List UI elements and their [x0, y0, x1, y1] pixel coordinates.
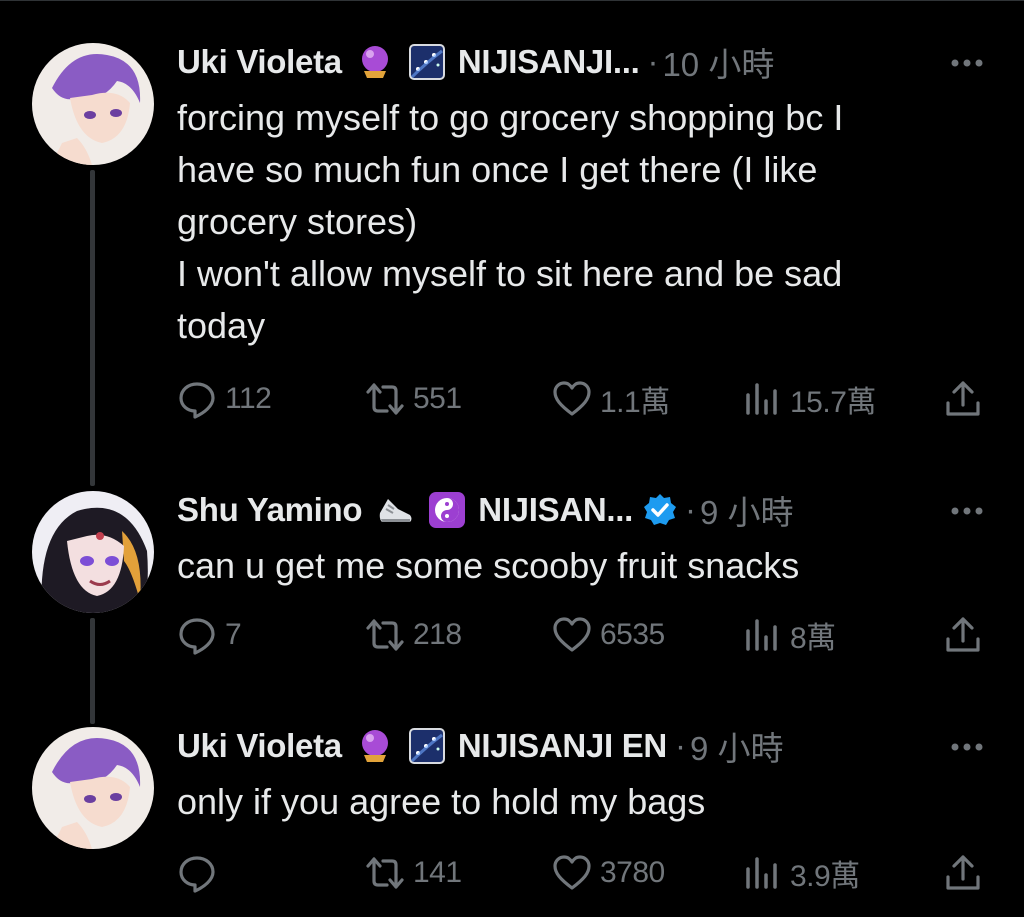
view-count: 8萬 — [790, 622, 836, 655]
retweet-icon — [366, 619, 404, 651]
timestamp[interactable]: 10 小時 — [662, 38, 774, 86]
author-name[interactable]: Uki Violeta — [177, 727, 342, 765]
reply-icon — [179, 856, 215, 893]
retweet-button[interactable]: 218 — [365, 612, 462, 658]
like-count: 1.1萬 — [600, 386, 670, 419]
views-icon — [746, 857, 777, 889]
more-options-icon[interactable] — [945, 48, 989, 78]
reply-count: 7 — [225, 618, 242, 651]
share-button[interactable] — [943, 376, 983, 422]
like-count: 3780 — [600, 856, 665, 889]
heart-icon — [553, 855, 591, 890]
night-sky-icon — [408, 43, 446, 81]
reply-icon — [179, 618, 215, 655]
avatar-uki-image — [32, 727, 154, 849]
author-handle[interactable]: NIJISAN... — [478, 491, 633, 529]
separator-dot: · — [684, 491, 696, 528]
timestamp[interactable]: 9 小時 — [700, 486, 794, 534]
avatar-uki-image — [32, 43, 154, 165]
tweet-text: only if you agree to hold my bags — [177, 781, 706, 822]
share-button[interactable] — [943, 612, 983, 658]
action-bar: 141 3780 3.9萬 — [177, 850, 997, 896]
separator-dot: · — [647, 43, 659, 80]
avatar[interactable] — [32, 491, 154, 613]
share-icon — [946, 855, 980, 890]
night-sky-icon — [408, 727, 446, 765]
like-button[interactable]: 3780 — [552, 850, 665, 896]
tweet-header: Shu Yamino NIJISAN... · 9 小時 — [177, 488, 794, 532]
timestamp[interactable]: 9 小時 — [690, 722, 784, 770]
heart-icon — [553, 381, 591, 416]
yin-yang-icon — [428, 491, 466, 529]
tweet-header: Uki Violeta NIJISANJI... · 10 小時 — [177, 40, 774, 84]
tweet-text: can u get me some scooby fruit snacks — [177, 545, 800, 586]
retweet-button[interactable]: 141 — [365, 850, 462, 896]
thread-line — [90, 618, 95, 724]
view-count: 15.7萬 — [790, 386, 876, 419]
more-options-icon[interactable] — [945, 732, 989, 762]
author-handle[interactable]: NIJISANJI... — [458, 43, 640, 81]
view-count: 3.9萬 — [790, 860, 860, 893]
retweet-count: 218 — [413, 618, 462, 651]
share-icon — [946, 617, 980, 652]
avatar[interactable] — [32, 43, 154, 165]
views-button[interactable]: 3.9萬 — [742, 850, 860, 896]
views-icon — [746, 619, 777, 651]
retweet-icon — [366, 857, 404, 889]
avatar-shu-image — [32, 491, 154, 613]
author-handle[interactable]: NIJISANJI EN — [458, 727, 667, 765]
share-button[interactable] — [943, 850, 983, 896]
tweet-text: forcing myself to go grocery shopping bc… — [177, 97, 844, 346]
views-button[interactable]: 15.7萬 — [742, 376, 876, 422]
reply-button[interactable] — [177, 850, 225, 896]
tweet-header: Uki Violeta NIJISANJI EN · 9 小時 — [177, 724, 784, 768]
reply-button[interactable]: 112 — [177, 376, 272, 422]
thread-line — [90, 170, 95, 486]
avatar[interactable] — [32, 727, 154, 849]
retweet-count: 141 — [413, 856, 462, 889]
retweet-count: 551 — [413, 382, 462, 415]
views-button[interactable]: 8萬 — [742, 612, 836, 658]
verified-badge-icon — [643, 493, 677, 527]
action-bar: 7 218 6535 8萬 — [177, 612, 997, 658]
reply-icon — [179, 382, 215, 419]
like-button[interactable]: 1.1萬 — [552, 376, 670, 422]
crystal-ball-icon — [356, 43, 394, 81]
author-name[interactable]: Uki Violeta — [177, 43, 342, 81]
retweet-icon — [366, 383, 404, 415]
action-bar: 112 551 1.1萬 15.7萬 — [177, 376, 997, 422]
sneaker-icon — [376, 491, 414, 529]
crystal-ball-icon — [356, 727, 394, 765]
share-icon — [946, 381, 980, 416]
like-button[interactable]: 6535 — [552, 612, 665, 658]
like-count: 6535 — [600, 618, 665, 651]
separator-dot: · — [674, 727, 686, 764]
reply-button[interactable]: 7 — [177, 612, 242, 658]
more-options-icon[interactable] — [945, 496, 989, 526]
reply-count: 112 — [225, 382, 272, 415]
top-divider — [0, 0, 1024, 1]
retweet-button[interactable]: 551 — [365, 376, 462, 422]
heart-icon — [553, 617, 591, 652]
author-name[interactable]: Shu Yamino — [177, 491, 363, 529]
views-icon — [746, 383, 777, 415]
